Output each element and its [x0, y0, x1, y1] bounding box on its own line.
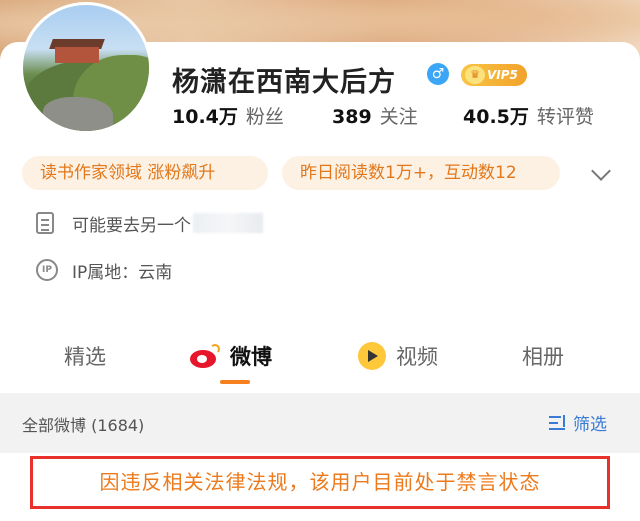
tab-album[interactable]: 相册	[522, 338, 564, 374]
stat-followers[interactable]: 10.4万 粉丝	[172, 102, 284, 128]
ip-row: IP IP属地：云南	[36, 256, 172, 284]
avatar-house	[55, 47, 99, 63]
filter-bar: 全部微博 (1684) 筛选	[0, 393, 640, 453]
vip-label: VIP5	[487, 68, 518, 82]
post-count: 全部微博 (1684)	[22, 416, 145, 435]
tab-label: 视频	[396, 345, 438, 369]
stat-label: 关注	[379, 106, 418, 128]
tab-video[interactable]: 视频	[358, 338, 438, 374]
tag-reading-stats[interactable]: 昨日阅读数1万+，互动数12	[282, 156, 560, 190]
tab-label: 微博	[230, 345, 272, 369]
stat-value: 10.4万	[172, 106, 238, 128]
active-tab-indicator	[220, 380, 250, 384]
tab-label: 精选	[64, 345, 106, 369]
avatar[interactable]	[20, 2, 152, 134]
document-icon	[36, 212, 54, 234]
ban-notice-text: 因违反相关法律法规，该用户目前处于禁言状态	[99, 470, 541, 494]
filter-icon	[549, 414, 569, 431]
profile-tabs: 精选 微博 视频 相册	[0, 338, 640, 384]
filter-label: 筛选	[573, 415, 607, 435]
stat-value: 40.5万	[463, 106, 529, 128]
bio-text: 可能要去另一个	[72, 215, 191, 236]
stat-following[interactable]: 389 关注	[332, 102, 418, 128]
male-icon: ♂	[427, 63, 449, 85]
tab-weibo[interactable]: 微博	[190, 338, 272, 374]
ip-location: IP属地：云南	[72, 262, 173, 283]
stat-label: 粉丝	[245, 106, 284, 128]
stat-interactions[interactable]: 40.5万 转评赞	[463, 102, 594, 128]
ip-icon: IP	[36, 259, 58, 281]
stat-label: 转评赞	[536, 106, 594, 128]
avatar-rock	[43, 97, 113, 131]
bio-row: 可能要去另一个	[36, 209, 263, 237]
tab-label: 相册	[522, 345, 564, 369]
weibo-icon	[190, 344, 220, 368]
blurred-text	[193, 213, 263, 233]
crown-icon: ♛	[465, 66, 485, 84]
vip-badge[interactable]: ♛ VIP5	[461, 64, 527, 86]
tab-featured[interactable]: 精选	[64, 338, 106, 374]
tag-domain[interactable]: 读书作家领域 涨粉飙升	[22, 156, 268, 190]
profile-name: 杨潇在西南大后方	[172, 67, 396, 98]
filter-button[interactable]: 筛选	[549, 410, 607, 435]
video-icon	[358, 342, 386, 370]
ban-notice: 因违反相关法律法规，该用户目前处于禁言状态	[30, 456, 610, 509]
stat-value: 389	[332, 106, 372, 128]
